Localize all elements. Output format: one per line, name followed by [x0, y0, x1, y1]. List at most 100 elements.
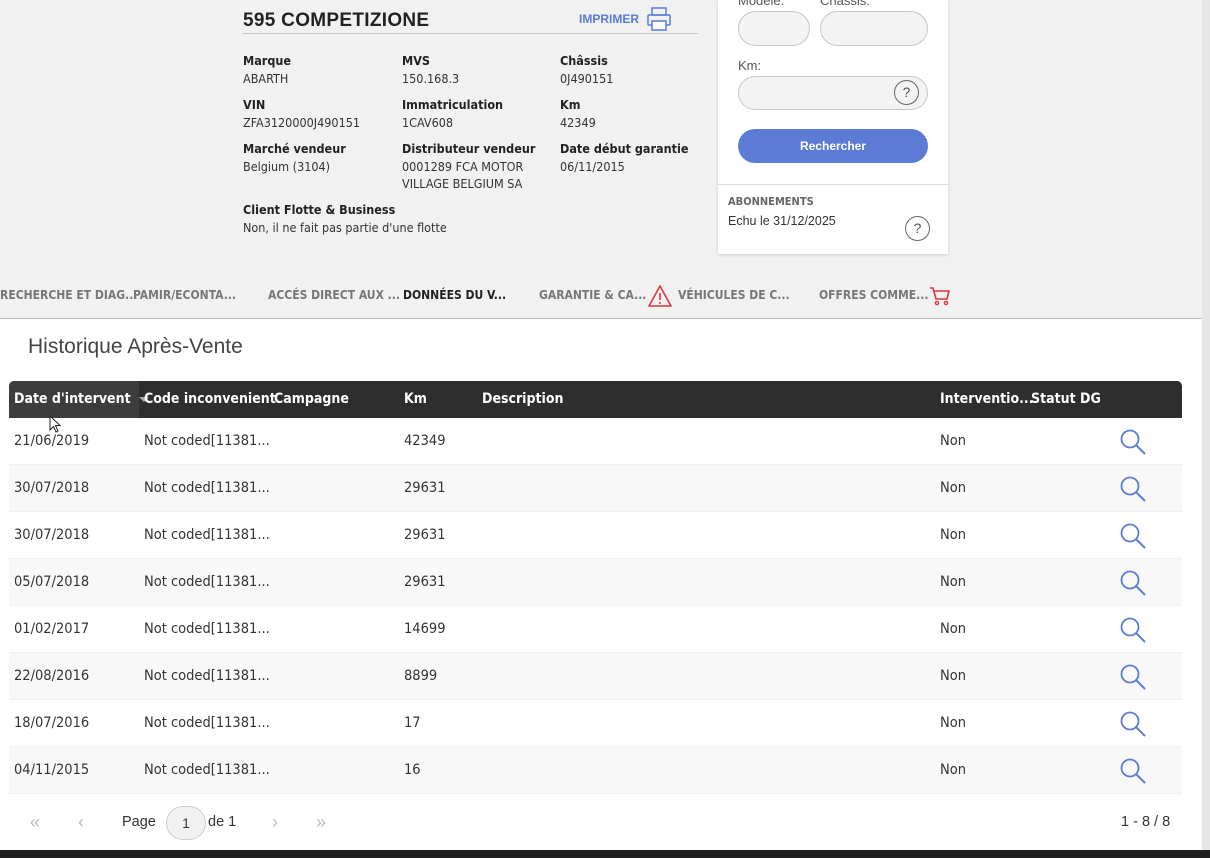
field-date-garantie: Date début garantie 06/11/2015	[560, 141, 689, 175]
search-icon[interactable]	[1119, 710, 1147, 738]
column-code[interactable]: Code inconvenient	[144, 381, 276, 418]
page-label: Page	[122, 814, 156, 830]
field-value: ZFA3120000J490151	[243, 115, 361, 130]
table-row[interactable]: 22/08/2016 Not coded[11381... 8899 Non	[9, 653, 1182, 700]
scrollbar[interactable]	[1202, 0, 1210, 850]
field-chassis: Châssis 0J490151	[560, 53, 613, 87]
field-value: 0J490151	[560, 71, 614, 86]
main-content: Historique Après-Vente Date d'intervent …	[0, 319, 1202, 850]
cell-intervention: Non	[940, 527, 967, 543]
search-icon[interactable]	[1119, 475, 1147, 503]
field-vin: VIN ZFA3120000J490151	[243, 97, 360, 131]
first-page-icon[interactable]: «	[21, 809, 49, 837]
cell-code: Not coded[11381...	[144, 762, 270, 778]
field-value: 06/11/2015	[560, 159, 625, 174]
field-label: Marché vendeur	[243, 141, 346, 156]
pagination: « ‹ Page 1 de 1 › » 1 - 8 / 8	[9, 797, 1182, 850]
cell-km: 29631	[404, 480, 446, 496]
table-row[interactable]: 18/07/2016 Not coded[11381... 17 Non	[9, 700, 1182, 747]
field-label: Km	[560, 97, 581, 112]
table-body: 21/06/2019 Not coded[11381... 42349 Non 30/0…	[9, 418, 1182, 794]
cell-date: 30/07/2018	[14, 480, 90, 496]
cell-intervention: Non	[940, 715, 967, 731]
table-row[interactable]: 04/11/2015 Not coded[11381... 16 Non	[9, 747, 1182, 794]
page-number-input[interactable]: 1	[166, 806, 206, 840]
table-row[interactable]: 01/02/2017 Not coded[11381... 14699 Non	[9, 606, 1182, 653]
cell-code: Not coded[11381...	[144, 480, 270, 496]
search-icon[interactable]	[1119, 757, 1147, 785]
tab-recherche-diag[interactable]: RECHERCHE ET DIAG...	[0, 288, 137, 302]
search-button[interactable]: Rechercher	[738, 129, 928, 163]
column-description[interactable]: Description	[482, 381, 563, 418]
cell-intervention: Non	[940, 433, 967, 449]
column-date-label: Date d'intervent	[14, 391, 131, 407]
cell-intervention: Non	[940, 621, 967, 637]
cell-km: 8899	[404, 668, 438, 684]
field-mvs: MVS 150.168.3	[402, 53, 459, 87]
table-row[interactable]: 21/06/2019 Not coded[11381... 42349 Non	[9, 418, 1182, 465]
column-campagne[interactable]: Campagne	[274, 381, 349, 418]
cart-icon[interactable]	[929, 285, 951, 307]
history-table: Date d'intervent Code inconvenient Campa…	[9, 381, 1182, 794]
field-label: Date début garantie	[560, 141, 689, 156]
taskbar	[0, 850, 1210, 858]
cell-code: Not coded[11381...	[144, 621, 270, 637]
field-label: Immatriculation	[402, 97, 504, 112]
search-icon[interactable]	[1119, 522, 1147, 550]
print-label: IMPRIMER	[579, 12, 639, 26]
cell-km: 29631	[404, 527, 446, 543]
chassis-label: Châssis:	[820, 0, 870, 8]
next-page-icon[interactable]: ›	[261, 809, 289, 837]
subscriptions-help-icon[interactable]: ?	[905, 216, 930, 241]
field-value: 0001289 FCA MOTOR	[402, 159, 524, 174]
cell-date: 30/07/2018	[14, 527, 90, 543]
column-intervention[interactable]: Interventio...	[940, 381, 1034, 418]
page-range: 1 - 8 / 8	[1121, 814, 1171, 830]
table-row[interactable]: 30/07/2018 Not coded[11381... 29631 Non	[9, 512, 1182, 559]
column-km[interactable]: Km	[404, 381, 427, 418]
cell-intervention: Non	[940, 480, 967, 496]
field-distributeur-vendeur: Distributeur vendeur 0001289 FCA MOTOR V…	[402, 141, 535, 192]
field-client-flotte: Client Flotte & Business Non, il ne fait…	[243, 202, 447, 236]
field-immatriculation: Immatriculation 1CAV608	[402, 97, 503, 131]
cell-date: 22/08/2016	[14, 668, 90, 684]
field-marque: Marque ABARTH	[243, 53, 291, 87]
warning-icon	[648, 285, 672, 307]
search-icon[interactable]	[1119, 569, 1147, 597]
field-value: 42349	[560, 115, 596, 130]
modele-label: Modèle:	[738, 0, 785, 8]
search-icon[interactable]	[1119, 616, 1147, 644]
tab-garantie[interactable]: GARANTIE & CA...	[539, 288, 646, 302]
tab-donnees-vehicule[interactable]: DONNÉES DU V...	[403, 288, 506, 302]
field-label: Distributeur vendeur	[402, 141, 536, 156]
search-icon[interactable]	[1119, 663, 1147, 691]
tab-offres[interactable]: OFFRES COMME...	[819, 288, 928, 302]
table-row[interactable]: 05/07/2018 Not coded[11381... 29631 Non	[9, 559, 1182, 606]
column-statut-dg[interactable]: Statut DG	[1031, 381, 1101, 418]
print-button[interactable]: IMPRIMER	[579, 6, 673, 32]
field-value: Belgium (3104)	[243, 159, 331, 174]
field-label: VIN	[243, 97, 266, 112]
chassis-input[interactable]	[820, 11, 928, 46]
modele-input[interactable]	[738, 11, 810, 46]
table-row[interactable]: 30/07/2018 Not coded[11381... 29631 Non	[9, 465, 1182, 512]
tab-acces-direct[interactable]: ACCÉS DIRECT AUX ...	[268, 288, 400, 302]
title-divider	[243, 33, 698, 34]
subscriptions-text: Echu le 31/12/2025	[728, 214, 836, 228]
last-page-icon[interactable]: »	[307, 809, 335, 837]
vehicle-title: 595 COMPETIZIONE	[243, 10, 430, 31]
tab-vehicules[interactable]: VÉHICULES DE C...	[678, 288, 790, 302]
column-date[interactable]: Date d'intervent	[9, 381, 149, 418]
help-icon[interactable]: ?	[894, 80, 919, 105]
cell-date: 04/11/2015	[14, 762, 90, 778]
subscriptions-title: ABONNEMENTS	[728, 195, 814, 208]
field-label: Marque	[243, 53, 292, 68]
cell-intervention: Non	[940, 574, 967, 590]
field-value: 1CAV608	[402, 115, 454, 130]
prev-page-icon[interactable]: ‹	[67, 809, 95, 837]
field-km: Km 42349	[560, 97, 596, 131]
cell-date: 05/07/2018	[14, 574, 90, 590]
search-icon[interactable]	[1119, 428, 1147, 456]
field-value: Non, il ne fait pas partie d'une flotte	[243, 220, 447, 235]
tab-pamir[interactable]: PAMIR/ECONTA...	[133, 288, 236, 302]
